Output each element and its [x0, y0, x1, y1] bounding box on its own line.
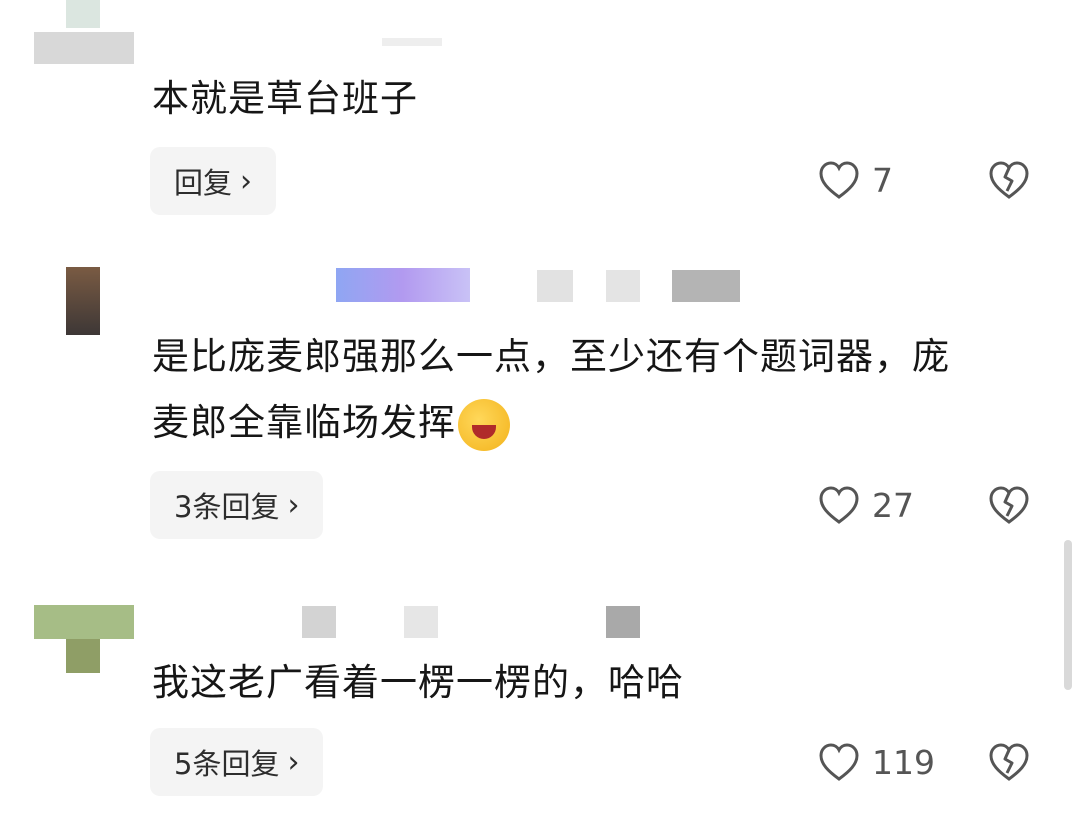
like-button[interactable]: 7: [818, 160, 893, 200]
heart-outline-icon: [819, 486, 859, 524]
heart-outline-icon: [819, 743, 859, 781]
like-button[interactable]: 119: [818, 742, 935, 782]
comment-text: 本就是草台班子: [152, 66, 972, 132]
username-blurred-fragment: [606, 270, 640, 302]
username-blurred[interactable]: [34, 32, 134, 64]
comment-text: 我这老广看着一楞一楞的，哈哈: [152, 650, 972, 716]
username-blurred[interactable]: [336, 268, 470, 302]
chevron-right-icon: ›: [287, 744, 300, 780]
like-count: 7: [872, 160, 893, 200]
broken-heart-icon: [989, 161, 1029, 199]
like-count: 27: [872, 485, 914, 525]
chevron-right-icon: ›: [240, 163, 253, 199]
reply-label: 回复: [174, 166, 233, 200]
dislike-button[interactable]: [988, 160, 1030, 204]
replies-button[interactable]: 3条回复 ›: [150, 471, 324, 539]
broken-heart-icon: [989, 743, 1029, 781]
avatar-lower[interactable]: [66, 639, 100, 673]
dislike-button[interactable]: [988, 742, 1030, 786]
avatar[interactable]: [66, 267, 100, 335]
reply-label: 5条回复: [174, 747, 280, 781]
reply-button[interactable]: 回复 ›: [150, 147, 277, 215]
like-button[interactable]: 27: [818, 485, 914, 525]
comment-text-content: 我这老广看着一楞一楞的，哈哈: [152, 661, 684, 704]
username-blurred-fragment: [404, 606, 438, 638]
comment-text-content: 本就是草台班子: [152, 77, 418, 120]
avatar[interactable]: [34, 605, 134, 639]
username-blurred-fragment: [606, 606, 640, 638]
username-blurred[interactable]: [302, 606, 336, 638]
username-blurred-fragment: [672, 270, 740, 302]
username-blurred-fragment: [382, 38, 442, 46]
username-blurred-fragment: [537, 270, 573, 302]
dislike-button[interactable]: [988, 485, 1030, 529]
like-count: 119: [872, 742, 935, 782]
rolling-laughing-emoji-icon: [458, 398, 510, 451]
heart-outline-icon: [819, 161, 859, 199]
chevron-right-icon: ›: [287, 487, 300, 523]
comment-text: 是比庞麦郎强那么一点，至少还有个题词器，庞麦郎全靠临场发挥: [152, 324, 972, 456]
comment-text-content: 是比庞麦郎强那么一点，至少还有个题词器，庞麦郎全靠临场发挥: [152, 335, 950, 444]
scrollbar[interactable]: [1064, 540, 1072, 690]
broken-heart-icon: [989, 486, 1029, 524]
reply-label: 3条回复: [174, 490, 280, 524]
avatar[interactable]: [66, 0, 100, 28]
replies-button[interactable]: 5条回复 ›: [150, 728, 324, 796]
